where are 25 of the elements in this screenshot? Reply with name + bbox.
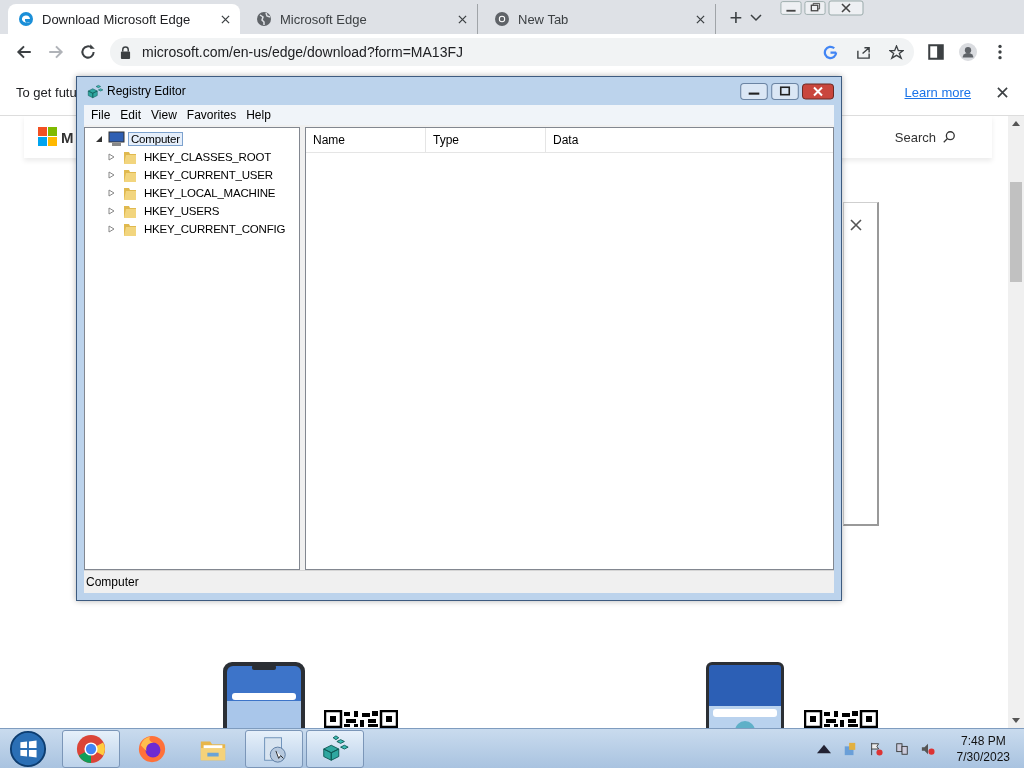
menu-item[interactable]: View xyxy=(146,108,182,122)
tree-item[interactable]: HKEY_USERS xyxy=(141,204,223,218)
column-header[interactable]: Name xyxy=(306,128,426,152)
clock-date[interactable]: 7/30/2023 xyxy=(956,748,1010,765)
tree-item[interactable]: HKEY_CLASSES_ROOT xyxy=(141,150,274,164)
column-header[interactable]: Type xyxy=(426,128,546,152)
tree-item[interactable]: HKEY_LOCAL_MACHINE xyxy=(141,186,279,200)
menu-item[interactable]: Favorites xyxy=(181,108,242,122)
tree-item[interactable]: HKEY_CURRENT_USER xyxy=(141,168,276,182)
info-text: To get futu xyxy=(16,85,77,100)
browser-tab[interactable]: Download Microsoft Edge xyxy=(8,4,240,34)
new-tab-button[interactable]: + xyxy=(722,4,750,34)
column-header[interactable]: Data xyxy=(546,128,833,152)
menu-item[interactable]: Edit xyxy=(115,108,147,122)
tree-item[interactable]: Computer xyxy=(128,132,183,146)
brand-name: M xyxy=(61,128,74,146)
learn-more-link[interactable]: Learn more xyxy=(904,85,971,100)
status-text: Computer xyxy=(85,575,139,589)
menu-item[interactable]: Help xyxy=(241,108,276,122)
tree-item[interactable]: HKEY_CURRENT_CONFIG xyxy=(141,222,289,236)
search-link[interactable]: Search xyxy=(894,129,936,145)
clock-time[interactable]: 7:48 PM xyxy=(960,732,1006,749)
window-title: Registry Editor xyxy=(107,84,186,98)
menu-item[interactable]: File xyxy=(86,108,116,122)
address-bar[interactable]: microsoft.com/en-us/edge/download?form=MA13FJ xyxy=(110,38,914,66)
